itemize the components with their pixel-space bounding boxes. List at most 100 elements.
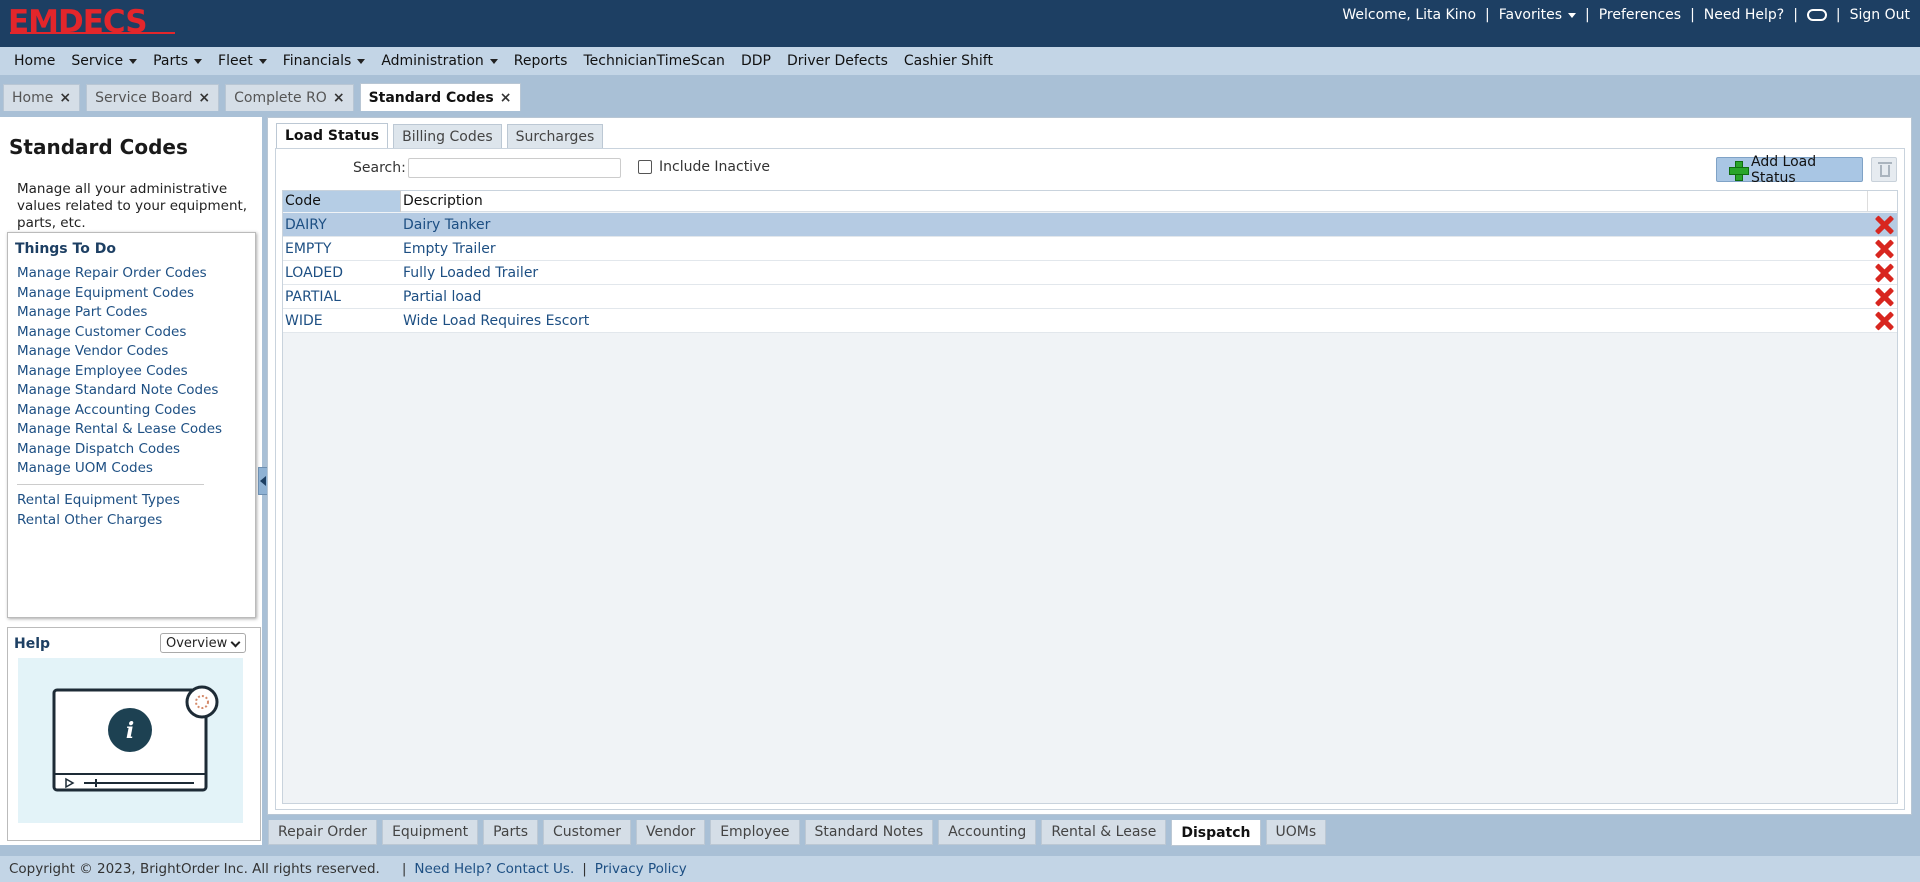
menu-financials[interactable]: Financials (283, 53, 366, 69)
category-tab-equipment[interactable]: Equipment (382, 820, 479, 845)
menu-label: Financials (282, 53, 352, 69)
close-icon[interactable]: × (333, 90, 345, 106)
menu-home[interactable]: Home (14, 53, 55, 69)
link-manage-dispatch-codes[interactable]: Manage Dispatch Codes (17, 440, 222, 460)
favorites-label: Favorites (1498, 7, 1563, 23)
delete-icon[interactable] (1875, 288, 1893, 306)
category-tab-vendor[interactable]: Vendor (636, 820, 706, 845)
category-tab-repair-order[interactable]: Repair Order (268, 820, 378, 845)
menu-administration[interactable]: Administration (381, 53, 498, 69)
category-tab-employee[interactable]: Employee (710, 820, 800, 845)
menu-label: TechnicianTimeScan (583, 53, 725, 69)
cell-description: Wide Load Requires Escort (403, 313, 590, 329)
link-manage-equipment-codes[interactable]: Manage Equipment Codes (17, 284, 222, 304)
table-row[interactable]: DAIRY Dairy Tanker (283, 213, 1897, 237)
close-icon[interactable]: × (500, 90, 512, 106)
delete-icon[interactable] (1875, 216, 1893, 234)
sign-out-link[interactable]: Sign Out (1850, 7, 1910, 23)
delete-icon[interactable] (1875, 240, 1893, 258)
delete-selected-button[interactable] (1871, 157, 1897, 182)
table-row[interactable]: PARTIAL Partial load (283, 285, 1897, 309)
menu-label: Fleet (218, 53, 253, 69)
category-tab-dispatch[interactable]: Dispatch (1171, 820, 1261, 846)
link-manage-employee-codes[interactable]: Manage Employee Codes (17, 362, 222, 382)
table-row[interactable]: LOADED Fully Loaded Trailer (283, 261, 1897, 285)
include-inactive-label[interactable]: Include Inactive (659, 159, 770, 175)
link-manage-uom-codes[interactable]: Manage UOM Codes (17, 459, 222, 479)
subtab-load-status[interactable]: Load Status (276, 123, 389, 148)
chat-icon[interactable] (1806, 9, 1827, 21)
include-inactive-checkbox[interactable] (638, 160, 652, 174)
favorites-menu[interactable]: Favorites (1498, 7, 1577, 23)
delete-icon[interactable] (1875, 312, 1893, 330)
link-manage-repair-order-codes[interactable]: Manage Repair Order Codes (17, 264, 222, 284)
subtab-billing-codes[interactable]: Billing Codes (393, 124, 502, 148)
page-tabs: Home × Service Board × Complete RO × Standard … (0, 83, 527, 111)
tab-standard-codes[interactable]: Standard Codes × (359, 83, 521, 111)
menu-fleet[interactable]: Fleet (218, 53, 267, 69)
menu-parts[interactable]: Parts (153, 53, 203, 69)
cell-code: PARTIAL (285, 289, 341, 305)
column-header-actions (1868, 191, 1897, 212)
separator: | (1690, 7, 1695, 23)
category-tab-label: Dispatch (1181, 824, 1251, 841)
link-manage-customer-codes[interactable]: Manage Customer Codes (17, 323, 222, 343)
grid-header: Code Description (283, 191, 1897, 212)
cell-actions (1868, 261, 1897, 284)
column-header-code[interactable]: Code (283, 191, 401, 212)
link-manage-accounting-codes[interactable]: Manage Accounting Codes (17, 401, 222, 421)
link-rental-other-charges[interactable]: Rental Other Charges (17, 511, 180, 531)
cell-code: WIDE (285, 313, 323, 329)
close-icon[interactable]: × (59, 90, 71, 106)
link-manage-rental-and-lease-codes[interactable]: Manage Rental & Lease Codes (17, 420, 222, 440)
search-input[interactable] (408, 158, 621, 178)
category-tab-label: Parts (493, 824, 528, 840)
logo-underline (10, 32, 175, 34)
preferences-link[interactable]: Preferences (1599, 7, 1681, 23)
close-icon[interactable]: × (198, 90, 210, 106)
menu-techniciantimescan[interactable]: TechnicianTimeScan (583, 53, 724, 69)
menu-reports[interactable]: Reports (514, 53, 568, 69)
menu-service[interactable]: Service (71, 53, 138, 69)
svg-text:i: i (126, 718, 134, 744)
table-row[interactable]: WIDE Wide Load Requires Escort (283, 309, 1897, 333)
column-header-description[interactable]: Description (401, 191, 1868, 212)
things-to-do-title: Things To Do (15, 241, 116, 257)
link-rental-equipment-types[interactable]: Rental Equipment Types (17, 491, 180, 511)
category-tab-rental-and-lease[interactable]: Rental & Lease (1041, 820, 1167, 845)
delete-icon[interactable] (1875, 264, 1893, 282)
tab-label: Home (12, 90, 54, 106)
need-help-link[interactable]: Need Help? (1704, 7, 1784, 23)
add-load-status-button[interactable]: Add Load Status (1716, 154, 1863, 186)
menu-driver-defects[interactable]: Driver Defects (787, 53, 888, 69)
link-manage-standard-note-codes[interactable]: Manage Standard Note Codes (17, 381, 222, 401)
table-row[interactable]: EMPTY Empty Trailer (283, 237, 1897, 261)
help-topic-select[interactable]: Overview (160, 633, 246, 653)
category-tab-label: Standard Notes (814, 824, 924, 840)
chevron-down-icon (357, 58, 366, 64)
link-manage-vendor-codes[interactable]: Manage Vendor Codes (17, 342, 222, 362)
chevron-down-icon (230, 637, 241, 648)
category-tab-uoms[interactable]: UOMs (1265, 820, 1327, 845)
privacy-policy-link[interactable]: Privacy Policy (595, 861, 687, 877)
category-tab-standard-notes[interactable]: Standard Notes (804, 820, 934, 845)
tab-label: Service Board (95, 90, 193, 106)
video-player-icon: i (18, 658, 243, 823)
cell-description: Partial load (403, 289, 482, 305)
menu-cashier-shift[interactable]: Cashier Shift (904, 53, 993, 69)
add-load-status-label: Add Load Status (1751, 153, 1817, 186)
category-tab-customer[interactable]: Customer (543, 820, 632, 845)
tab-service-board[interactable]: Service Board × (86, 84, 220, 111)
cell-description: Fully Loaded Trailer (403, 265, 539, 281)
link-manage-part-codes[interactable]: Manage Part Codes (17, 303, 222, 323)
help-title: Help (14, 636, 51, 652)
category-tab-accounting[interactable]: Accounting (938, 820, 1037, 845)
tab-complete-ro[interactable]: Complete RO × (225, 84, 354, 111)
menu-ddp[interactable]: DDP (741, 53, 771, 69)
tab-home[interactable]: Home × (3, 84, 81, 111)
subtab-surcharges[interactable]: Surcharges (506, 124, 604, 148)
category-tab-parts[interactable]: Parts (483, 820, 538, 845)
contact-us-link[interactable]: Need Help? Contact Us. (414, 861, 574, 877)
help-video-illustration[interactable]: i (18, 658, 243, 823)
cell-code: LOADED (285, 265, 344, 281)
